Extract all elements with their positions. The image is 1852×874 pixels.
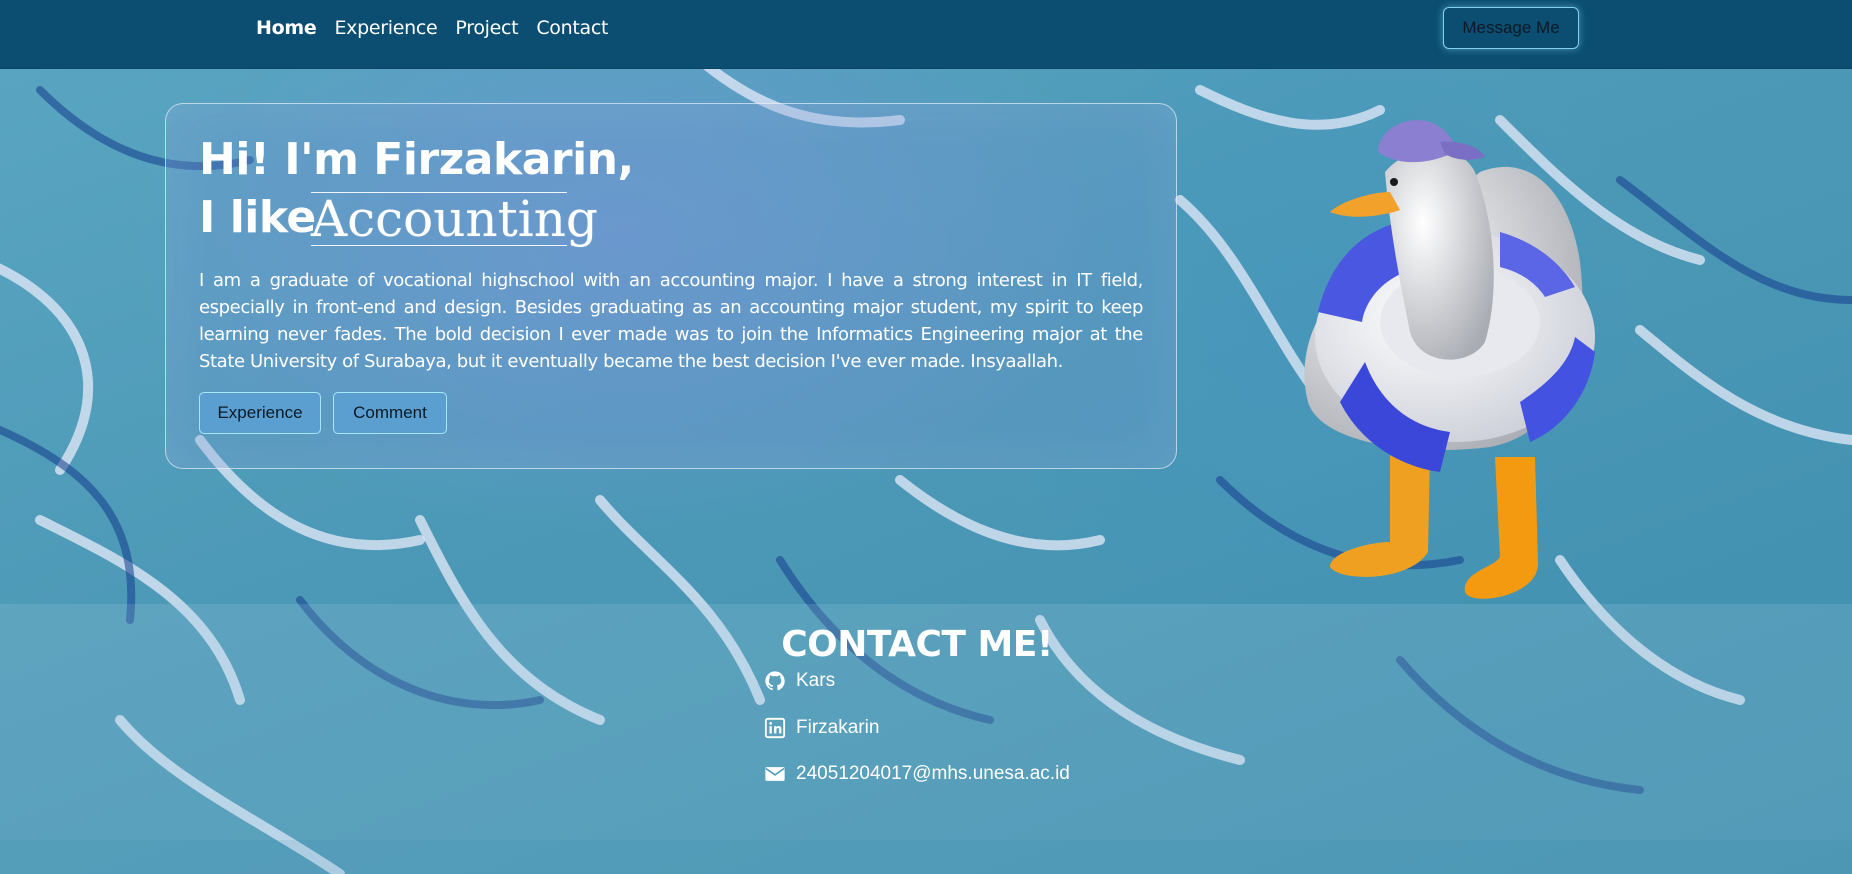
github-icon <box>764 670 786 692</box>
comment-button[interactable]: Comment <box>333 392 447 434</box>
contact-linkedin[interactable]: Firzakarin <box>764 717 879 739</box>
nav-experience[interactable]: Experience <box>334 17 437 39</box>
duck-leg-left <box>1330 452 1430 577</box>
contact-title: CONTACT ME! <box>781 624 1053 665</box>
hero-greeting: Hi! I'm Firzakarin, <box>199 134 634 185</box>
duck-beak <box>1330 192 1400 217</box>
contact-email[interactable]: 24051204017@mhs.unesa.ac.id <box>764 763 1070 785</box>
nav-links: Home Experience Project Contact <box>256 17 608 39</box>
hero-card: Hi! I'm Firzakarin, I like Accounting I … <box>165 103 1177 469</box>
contact-github-label: Kars <box>796 670 836 691</box>
hero-bio: I am a graduate of vocational highschool… <box>199 270 1143 372</box>
navbar: Home Experience Project Contact Message … <box>0 0 1852 69</box>
contact-linkedin-label: Firzakarin <box>796 717 880 738</box>
nav-contact[interactable]: Contact <box>536 17 608 39</box>
duck-illustration <box>1304 120 1595 599</box>
contact-github[interactable]: Kars <box>764 670 835 692</box>
footer-strip <box>0 840 1852 874</box>
duck-leg-right <box>1464 457 1539 599</box>
nav-project[interactable]: Project <box>455 17 518 39</box>
hero-like-prefix: I like <box>199 192 316 243</box>
typed-word: Accounting <box>311 190 598 248</box>
duck-cap <box>1378 120 1455 163</box>
contact-section: CONTACT ME! <box>0 604 1852 840</box>
envelope-icon <box>764 763 786 785</box>
linkedin-icon <box>764 717 786 739</box>
experience-button[interactable]: Experience <box>199 392 321 434</box>
contact-email-label: 24051204017@mhs.unesa.ac.id <box>796 763 1070 784</box>
message-me-button[interactable]: Message Me <box>1443 7 1579 49</box>
nav-home[interactable]: Home <box>256 17 317 39</box>
